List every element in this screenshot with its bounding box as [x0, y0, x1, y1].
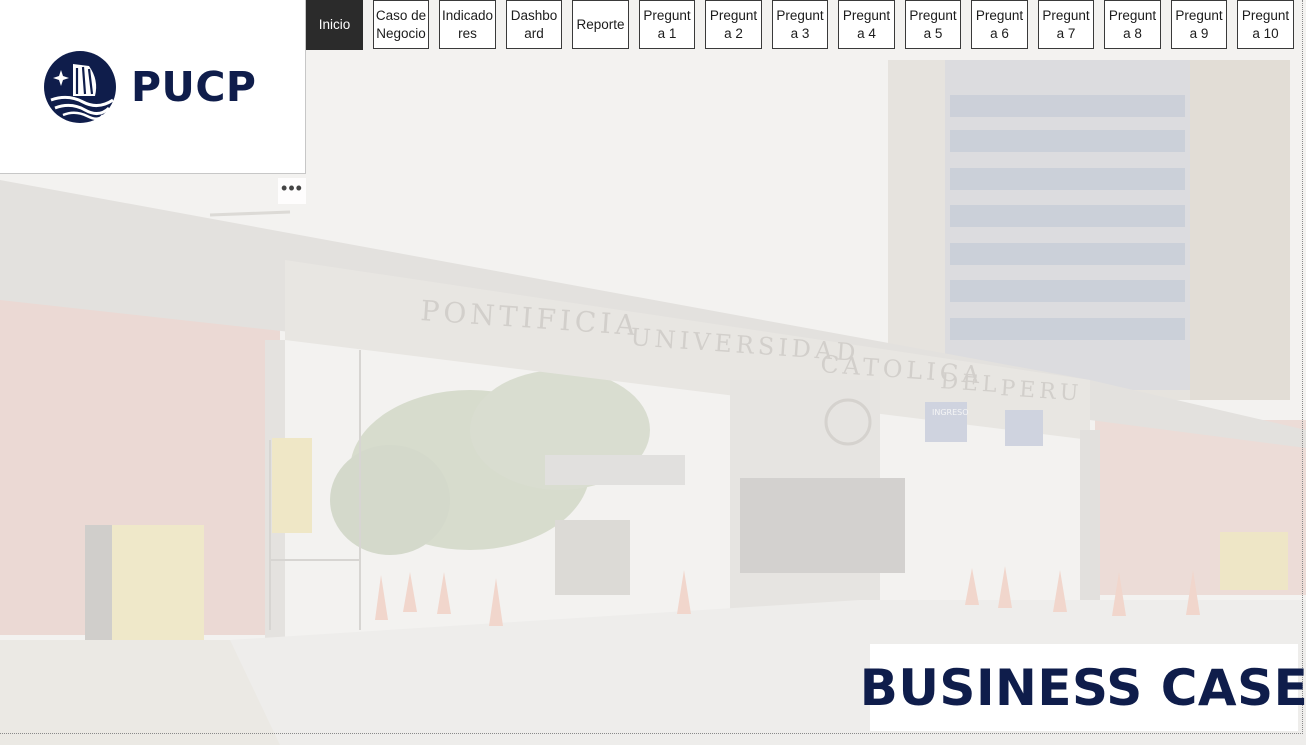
nav-button-label: Pregunta 9 [1175, 7, 1223, 41]
nav-button-label: Pregunta 1 [643, 7, 691, 41]
nav-button-label: Pregunta 7 [1042, 7, 1090, 41]
nav-button-label: Dashboard [510, 7, 558, 41]
page-title: BUSINESS CASE [859, 658, 1306, 717]
nav-button-label: Reporte [576, 16, 625, 32]
nav-button-pregunta-9[interactable]: Pregunta 9 [1171, 0, 1227, 49]
nav-button-pregunta-5[interactable]: Pregunta 5 [905, 0, 961, 49]
pucp-logo-text: PUCP [131, 63, 257, 111]
nav-button-label: Pregunta 6 [975, 7, 1024, 41]
nav-button-indicadores[interactable]: Indicadores [439, 0, 496, 49]
nav-button-dashboard[interactable]: Dashboard [506, 0, 562, 49]
nav-button-label: Pregunta 10 [1241, 7, 1290, 41]
nav-button-pregunta-6[interactable]: Pregunta 6 [971, 0, 1028, 49]
nav-button-label: Pregunta 3 [776, 7, 824, 41]
nav-button-label: Pregunta 5 [909, 7, 957, 41]
nav-button-label: Caso de Negocio [375, 7, 427, 41]
pucp-logo: PUCP [43, 50, 256, 124]
nav-button-caso-de-negocio[interactable]: Caso de Negocio [373, 0, 429, 49]
ellipsis-icon: ••• [281, 178, 303, 198]
logo-card: PUCP [0, 0, 306, 174]
pucp-ship-shield-icon [44, 51, 116, 123]
nav-button-label: Pregunta 8 [1108, 7, 1157, 41]
nav-button-inicio[interactable]: Inicio [306, 0, 363, 50]
nav-button-reporte[interactable]: Reporte [572, 0, 629, 49]
title-card: BUSINESS CASE [860, 644, 1306, 731]
nav-button-pregunta-3[interactable]: Pregunta 3 [772, 0, 828, 49]
nav-button-pregunta-1[interactable]: Pregunta 1 [639, 0, 695, 49]
nav-button-pregunta-8[interactable]: Pregunta 8 [1104, 0, 1161, 49]
more-options-button[interactable]: ••• [278, 178, 306, 204]
nav-button-label: Pregunta 4 [842, 7, 891, 41]
nav-button-pregunta-2[interactable]: Pregunta 2 [705, 0, 762, 49]
nav-button-label: Pregunta 2 [709, 7, 758, 41]
nav-button-label: Inicio [318, 17, 351, 32]
nav-button-label: Indicadores [441, 7, 494, 41]
nav-button-pregunta-7[interactable]: Pregunta 7 [1038, 0, 1094, 49]
nav-button-pregunta-4[interactable]: Pregunta 4 [838, 0, 895, 49]
nav-button-pregunta-10[interactable]: Pregunta 10 [1237, 0, 1294, 49]
